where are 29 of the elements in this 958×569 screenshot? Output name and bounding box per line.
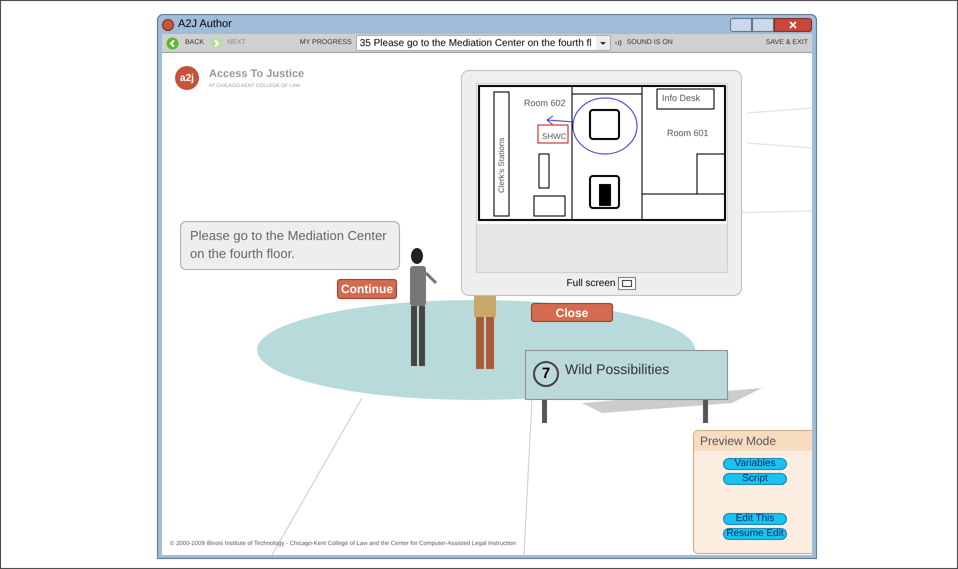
- map-label: Info Desk: [662, 92, 700, 105]
- preview-button[interactable]: Script: [723, 473, 787, 485]
- a2j-logo-badge: a2j: [175, 66, 199, 90]
- logo-title: Access To Justice: [209, 67, 304, 82]
- map-label: SHWC: [542, 131, 566, 143]
- map-label: Room 601: [667, 127, 709, 140]
- dropdown-caret-icon: [596, 36, 610, 50]
- map-label: Clerk's Stations: [496, 138, 507, 193]
- preview-button[interactable]: Variables: [723, 458, 787, 470]
- preview-button[interactable]: Edit This: [723, 513, 787, 525]
- close-button[interactable]: [774, 18, 812, 32]
- continue-button[interactable]: Continue: [337, 279, 397, 299]
- progress-select[interactable]: 35 Please go to the Mediation Center on the fourth fl: [356, 35, 611, 51]
- app-logo-icon: [162, 18, 174, 30]
- window-title: A2J Author: [178, 17, 232, 32]
- close-icon: [789, 20, 797, 28]
- screen-icon: [622, 280, 632, 287]
- preview-button[interactable]: Resume Edit: [723, 528, 787, 540]
- map-label: Room 602: [524, 97, 566, 110]
- maximize-button[interactable]: [752, 18, 774, 32]
- close-map-button[interactable]: Close: [531, 303, 613, 322]
- preview-title: Preview Mode: [694, 431, 812, 451]
- step-number: 7: [533, 361, 559, 387]
- sound-icon: [614, 39, 623, 47]
- full-screen-toggle[interactable]: [618, 277, 636, 290]
- full-screen-label: Full screen: [566, 277, 616, 291]
- speech-bubble: Please go to the Mediation Center on the fourth floor.: [180, 221, 400, 270]
- minimize-button[interactable]: [730, 18, 752, 32]
- sign-text: Wild Possibilities: [565, 360, 670, 379]
